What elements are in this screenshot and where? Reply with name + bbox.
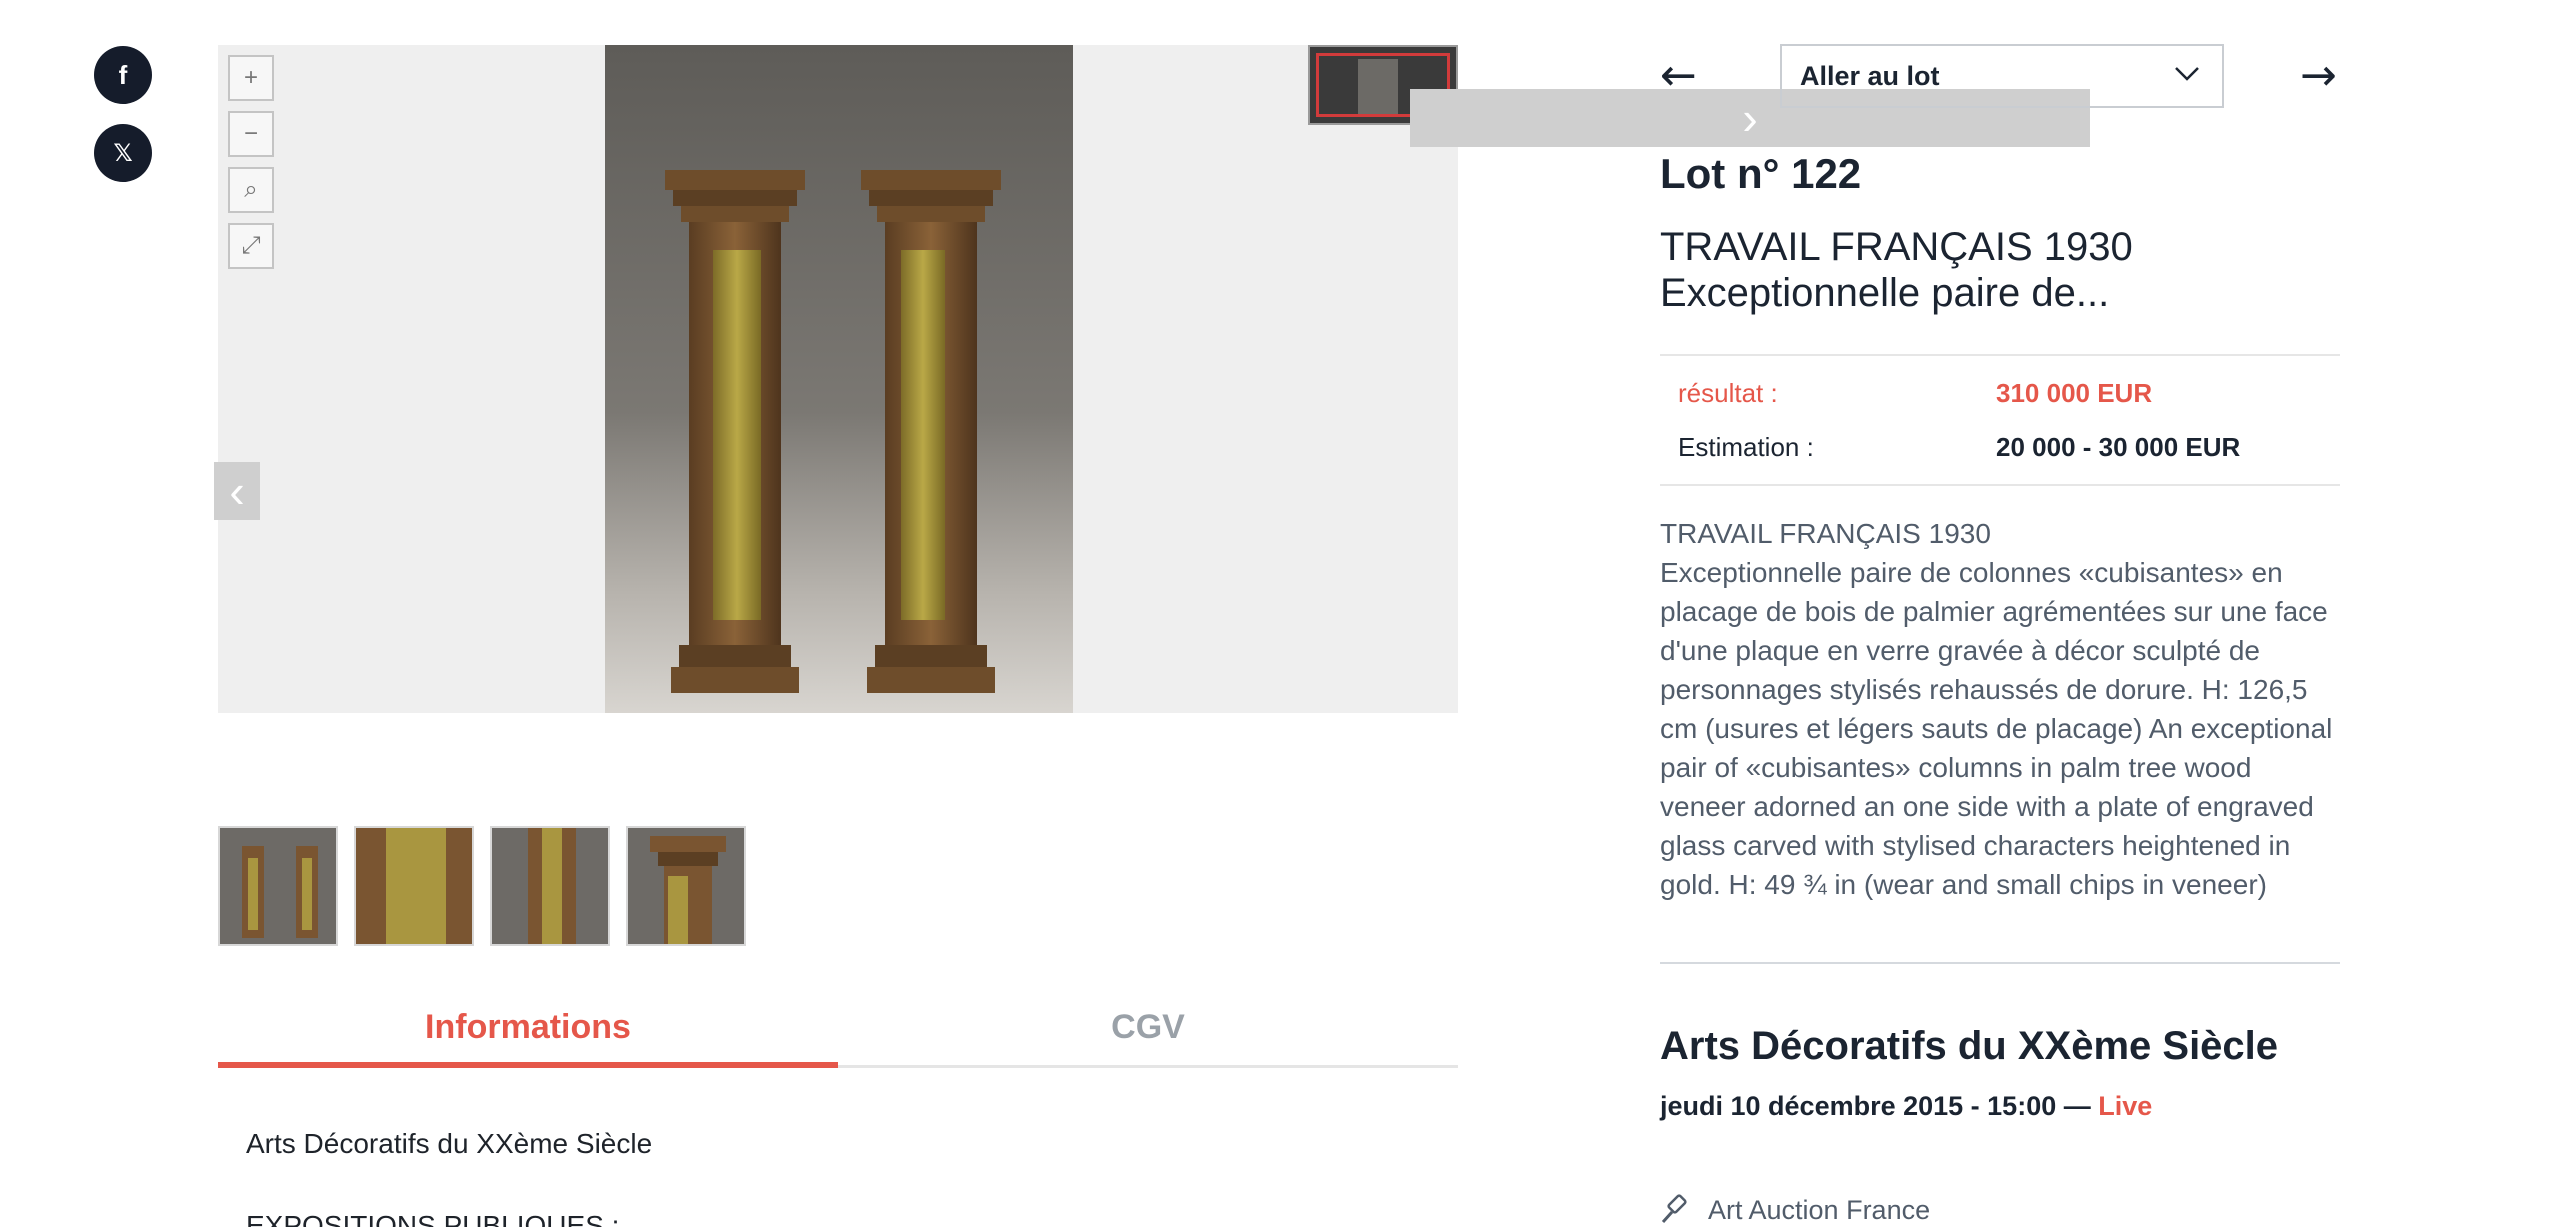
search-icon[interactable]: ⌕: [228, 167, 274, 213]
sale-date: jeudi 10 décembre 2015 - 15:00 — Live: [1660, 1091, 2340, 1122]
lot-details-panel: ← Aller au lot → Lot n° 122 TRAVAIL FRAN…: [1660, 44, 2340, 1226]
thumbnail[interactable]: [218, 826, 338, 946]
live-badge: Live: [2098, 1091, 2153, 1121]
social-share: f 𝕏: [94, 46, 152, 202]
go-to-lot-select[interactable]: Aller au lot: [1780, 44, 2224, 108]
fullscreen-icon[interactable]: ⤢: [228, 223, 274, 269]
tab-cgv[interactable]: CGV: [838, 990, 1458, 1065]
result-row: résultat : 310 000 EUR: [1660, 366, 2340, 420]
lot-number: Lot n° 122: [1660, 150, 1862, 197]
result-value: 310 000 EUR: [1996, 377, 2153, 408]
next-lot-arrow-icon[interactable]: →: [2300, 54, 2337, 98]
sale-title[interactable]: Arts Décoratifs du XXème Siècle: [1660, 1024, 2340, 1069]
estimate-row: Estimation : 20 000 - 30 000 EUR: [1660, 420, 2340, 474]
sale-date-text: jeudi 10 décembre 2015 - 15:00 —: [1660, 1091, 2099, 1121]
lot-title-line2: Exceptionnelle paire de...: [1660, 271, 2110, 315]
previous-image-button[interactable]: ‹: [214, 462, 260, 520]
gavel-icon: [1661, 1194, 1687, 1224]
zoom-out-icon[interactable]: −: [228, 111, 274, 157]
thumbnail[interactable]: [626, 826, 746, 946]
image-viewer: + − ⌕ ⤢ ‹ ›: [214, 45, 2090, 713]
thumbnail[interactable]: [490, 826, 610, 946]
zoom-toolbar: + − ⌕ ⤢: [228, 55, 274, 279]
lot-title-line1: TRAVAIL FRANÇAIS 1930: [1660, 225, 2133, 269]
lot-description: TRAVAIL FRANÇAIS 1930 Exceptionnelle pai…: [1660, 518, 2333, 900]
lot-title: TRAVAIL FRANÇAIS 1930 Exceptionnelle pai…: [1660, 224, 2340, 316]
public-exhibitions-heading: EXPOSITIONS PUBLIQUES :: [246, 1210, 620, 1227]
info-tabs: Informations CGV: [218, 990, 1458, 1068]
result-label: résultat :: [1678, 377, 1778, 408]
auction-house-link[interactable]: Art Auction France: [1660, 1194, 2340, 1226]
facebook-icon[interactable]: f: [94, 46, 152, 104]
go-to-lot-label: Aller au lot: [1800, 60, 1940, 91]
auction-house-name: Art Auction France: [1708, 1194, 1931, 1225]
thumbnail[interactable]: [354, 826, 474, 946]
lot-navigation: ← Aller au lot →: [1660, 44, 2340, 110]
estimate-label: Estimation :: [1678, 431, 1814, 462]
zoom-in-icon[interactable]: +: [228, 55, 274, 101]
thumbnail-strip: [218, 826, 746, 946]
divider: [1660, 962, 2340, 964]
price-table: résultat : 310 000 EUR Estimation : 20 0…: [1660, 354, 2340, 486]
tab-informations[interactable]: Informations: [218, 990, 838, 1068]
chevron-down-icon: [2175, 67, 2199, 81]
x-twitter-icon[interactable]: 𝕏: [94, 124, 152, 182]
previous-lot-arrow-icon[interactable]: ←: [1660, 54, 1697, 98]
estimate-value: 20 000 - 30 000 EUR: [1996, 431, 2241, 462]
lot-photo[interactable]: [605, 45, 1073, 713]
sale-name-text: Arts Décoratifs du XXème Siècle: [246, 1128, 653, 1159]
